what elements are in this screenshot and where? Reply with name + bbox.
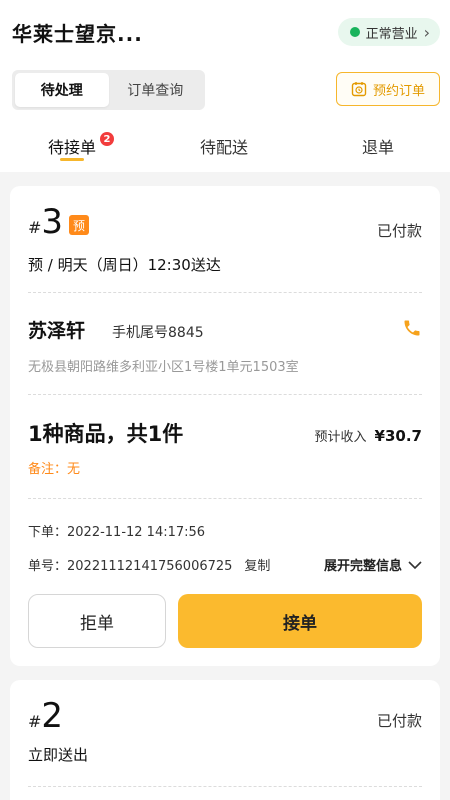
order-number: # 3 预 (28, 202, 90, 242)
reject-order-button[interactable]: 拒单 (28, 594, 166, 648)
payment-status: 已付款 (376, 222, 422, 240)
order-status-tabs: 待接单 2 待配送 退单 (0, 128, 450, 168)
order-hash: # (28, 218, 42, 237)
business-status-button[interactable]: 正常营业 › (337, 18, 440, 46)
reserve-orders-label: 预约订单 (372, 83, 425, 99)
order-segment-control: 待处理 订单查询 (12, 70, 205, 110)
delivery-address: 无极县朝阳路维多利亚小区1号楼1单元1503室 (28, 360, 299, 375)
chevron-right-icon: › (423, 22, 430, 42)
tab-order-query[interactable]: 订单查询 (109, 73, 203, 107)
expand-details-label: 展开完整信息 (323, 559, 402, 574)
tab-refund[interactable]: 退单 (362, 134, 394, 158)
income-label: 预计收入 (314, 430, 367, 445)
reserve-orders-button[interactable]: 预约订单 (336, 72, 440, 106)
order-card: # 3 预 已付款 预 / 明天（周日）12:30送达 苏泽轩 手机尾号8845… (10, 186, 440, 666)
payment-status: 已付款 (376, 712, 422, 730)
count-badge: 2 (100, 132, 114, 146)
order-number-row: 单号：20221112141756006725 复制 (28, 555, 270, 574)
divider (28, 786, 422, 787)
order-hash: # (28, 712, 42, 731)
divider (28, 498, 422, 499)
phone-tail: 手机尾号8845 (112, 325, 204, 341)
order-card: # 2 已付款 立即送出 (10, 680, 440, 800)
phone-icon[interactable] (402, 318, 422, 338)
tab-awaiting-accept[interactable]: 待接单 2 (48, 132, 114, 158)
order-remark: 备注：无 (28, 462, 81, 477)
tab-pending[interactable]: 待处理 (15, 73, 109, 107)
order-number-value: 2 (41, 696, 64, 736)
tab-awaiting-delivery[interactable]: 待配送 (200, 134, 248, 158)
customer-name: 苏泽轩 (28, 320, 86, 342)
active-tab-indicator (60, 158, 84, 161)
income-amount: ¥30.7 (374, 427, 422, 445)
order-number-value: 3 (41, 202, 64, 242)
delivery-time: 预 / 明天（周日）12:30送达 (28, 256, 221, 274)
top-bar: 华莱士望京... 正常营业 › 待处理 订单查询 预约订单 待接单 2 待配送 … (0, 0, 450, 172)
store-name[interactable]: 华莱士望京... (12, 18, 143, 47)
status-label: 正常营业 (365, 26, 418, 42)
calendar-clock-icon (351, 82, 367, 97)
estimated-income: 预计收入 ¥30.7 (315, 426, 422, 445)
divider (28, 394, 422, 395)
order-number: # 2 (28, 696, 63, 736)
preorder-tag: 预 (69, 215, 90, 235)
chevron-down-icon (408, 560, 422, 569)
expand-details-button[interactable]: 展开完整信息 (324, 555, 422, 574)
divider (28, 292, 422, 293)
accept-order-button[interactable]: 接单 (178, 594, 422, 648)
tab-awaiting-accept-label: 待接单 (48, 138, 97, 157)
order-time: 下单：2022-11-12 14:17:56 (28, 525, 206, 540)
goods-summary: 1种商品，共1件 (28, 422, 184, 446)
delivery-time: 立即送出 (28, 746, 89, 764)
copy-button[interactable]: 复制 (244, 555, 270, 574)
status-dot-icon (349, 27, 360, 37)
order-id: 单号：20221112141756006725 (28, 559, 233, 574)
